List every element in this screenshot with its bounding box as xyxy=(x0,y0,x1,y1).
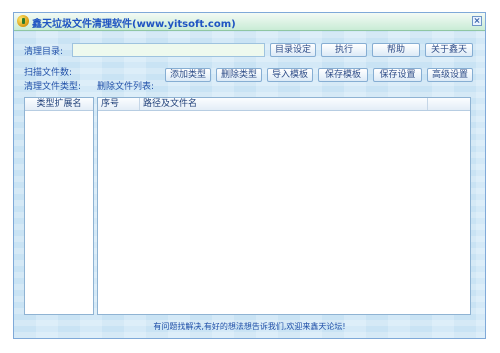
delete-list-label: 删除文件列表: xyxy=(97,82,155,92)
help-button[interactable]: 帮助 xyxy=(372,43,420,57)
clean-dir-input[interactable] xyxy=(72,43,265,57)
app-window: 鑫天垃圾文件清理软件(www.yitsoft.com) 清理目录: 目录设定 执… xyxy=(13,12,486,339)
about-button[interactable]: 关于鑫天 xyxy=(425,43,473,57)
close-icon[interactable] xyxy=(472,16,482,26)
window-title: 鑫天垃圾文件清理软件(www.yitsoft.com) xyxy=(32,19,236,30)
save-template-button[interactable]: 保存模板 xyxy=(318,68,368,82)
advanced-settings-button[interactable]: 高级设置 xyxy=(427,68,473,82)
column-header-index[interactable]: 序号 xyxy=(98,98,140,110)
import-template-button[interactable]: 导入模板 xyxy=(267,68,313,82)
clean-dir-label: 清理目录: xyxy=(24,47,64,57)
scan-count-label: 扫描文件数: xyxy=(24,68,73,78)
delete-file-list[interactable]: 序号 路径及文件名 xyxy=(97,97,471,315)
type-extension-column-header[interactable]: 类型扩展名 xyxy=(25,98,93,110)
footer-message[interactable]: 有问题找解决,有好的想法想告诉我们,欢迎来鑫天论坛! xyxy=(14,321,485,332)
type-list-header: 类型扩展名 xyxy=(25,98,93,111)
dir-setting-button[interactable]: 目录设定 xyxy=(270,43,316,57)
app-logo-icon xyxy=(17,15,29,27)
add-type-button[interactable]: 添加类型 xyxy=(165,68,211,82)
file-list-header: 序号 路径及文件名 xyxy=(98,98,470,111)
title-bar[interactable]: 鑫天垃圾文件清理软件(www.yitsoft.com) xyxy=(14,13,485,31)
clean-type-label: 清理文件类型: xyxy=(24,82,82,92)
type-extension-list[interactable]: 类型扩展名 xyxy=(24,97,94,315)
execute-button[interactable]: 执行 xyxy=(321,43,367,57)
save-settings-button[interactable]: 保存设置 xyxy=(373,68,422,82)
delete-type-button[interactable]: 删除类型 xyxy=(216,68,262,82)
column-header-path[interactable]: 路径及文件名 xyxy=(140,98,428,110)
